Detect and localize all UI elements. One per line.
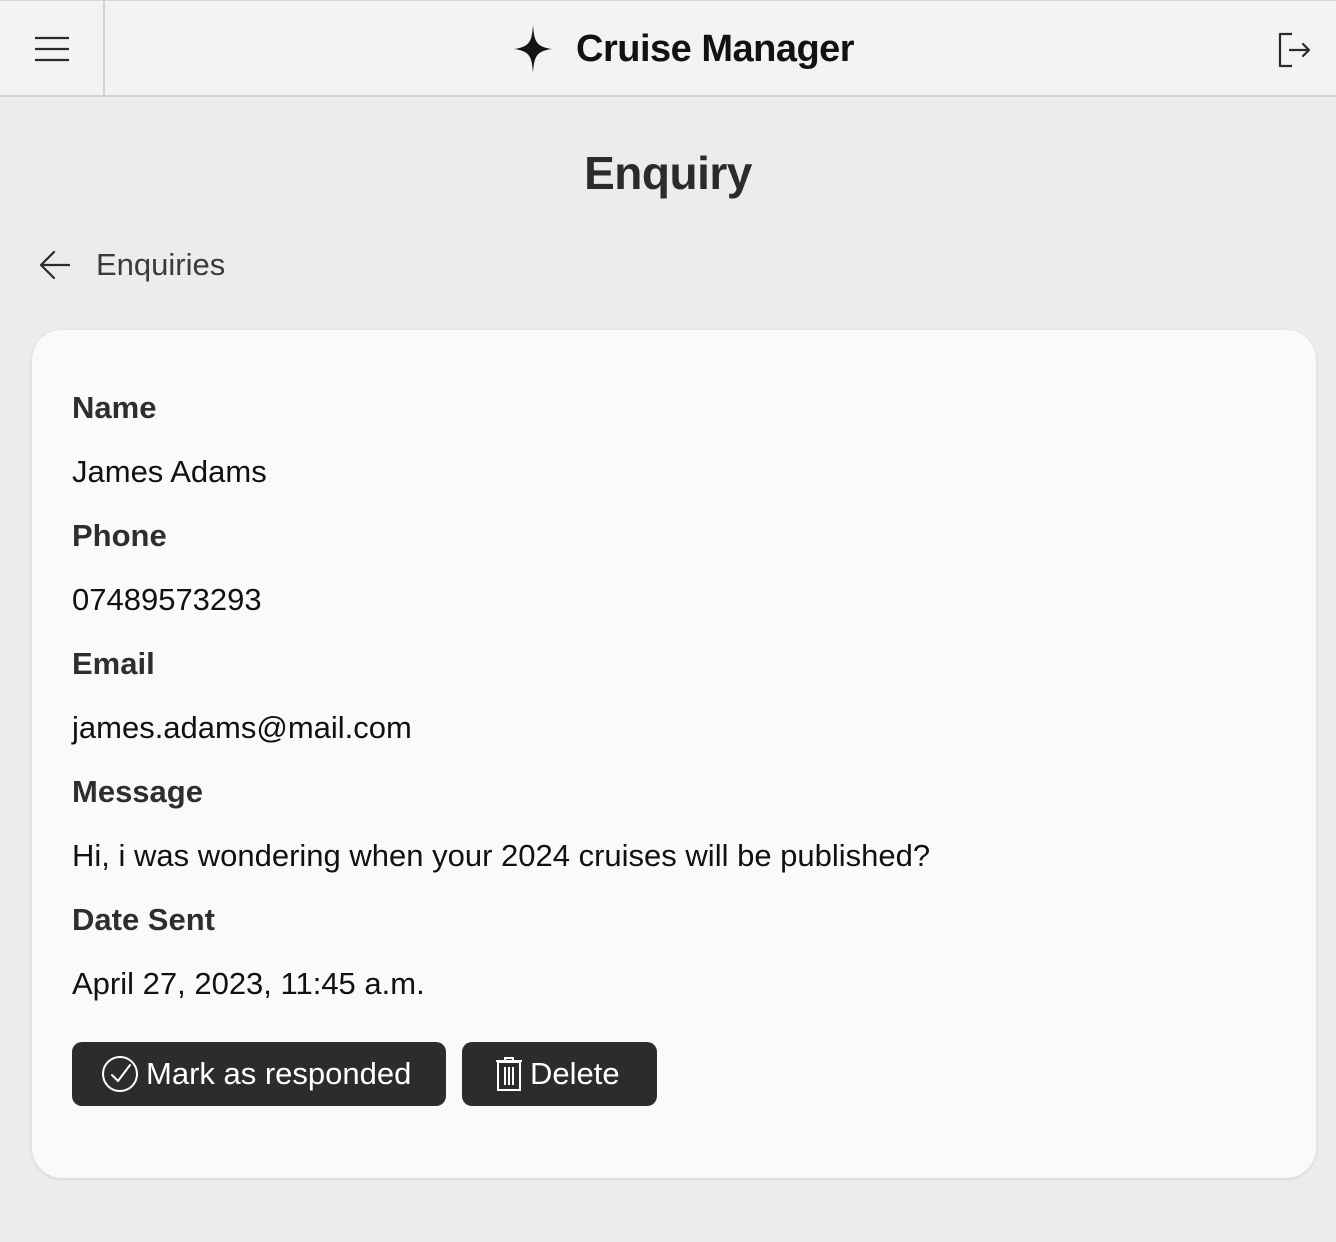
delete-button[interactable]: Delete	[462, 1042, 657, 1106]
email-label: Email	[72, 646, 155, 681]
logout-icon	[1278, 32, 1311, 68]
brand[interactable]: Cruise Manager	[510, 21, 855, 77]
delete-label: Delete	[530, 1056, 620, 1091]
back-link-label: Enquiries	[96, 247, 226, 282]
app-title: Cruise Manager	[576, 27, 855, 70]
message-value: Hi, i was wondering when your 2024 cruis…	[72, 838, 931, 873]
date-sent-value: April 27, 2023, 11:45 a.m.	[72, 966, 425, 1001]
date-sent-label: Date Sent	[72, 902, 215, 937]
message-label: Message	[72, 774, 203, 809]
menu-button[interactable]	[0, 1, 105, 96]
enquiry-detail-card: Name James Adams Phone 07489573293 Email…	[32, 330, 1316, 1178]
trash-icon	[496, 1057, 522, 1091]
back-to-enquiries-link[interactable]: Enquiries	[38, 240, 225, 290]
page-title: Enquiry	[584, 147, 752, 199]
arrow-left-icon	[39, 250, 70, 280]
name-label: Name	[72, 390, 157, 425]
mark-as-responded-label: Mark as responded	[146, 1056, 412, 1091]
check-circle-icon	[102, 1056, 138, 1092]
four-point-star-icon	[514, 25, 552, 73]
phone-value: 07489573293	[72, 582, 262, 617]
logout-button[interactable]	[1272, 27, 1316, 73]
mark-as-responded-button[interactable]: Mark as responded	[72, 1042, 446, 1106]
enquiry-actions: Mark as responded Delete	[72, 1042, 657, 1106]
name-value: James Adams	[72, 454, 267, 489]
email-value: james.adams@mail.com	[72, 710, 412, 745]
phone-label: Phone	[72, 518, 167, 553]
hamburger-icon	[34, 36, 69, 61]
top-navigation-bar: Cruise Manager	[0, 0, 1336, 97]
